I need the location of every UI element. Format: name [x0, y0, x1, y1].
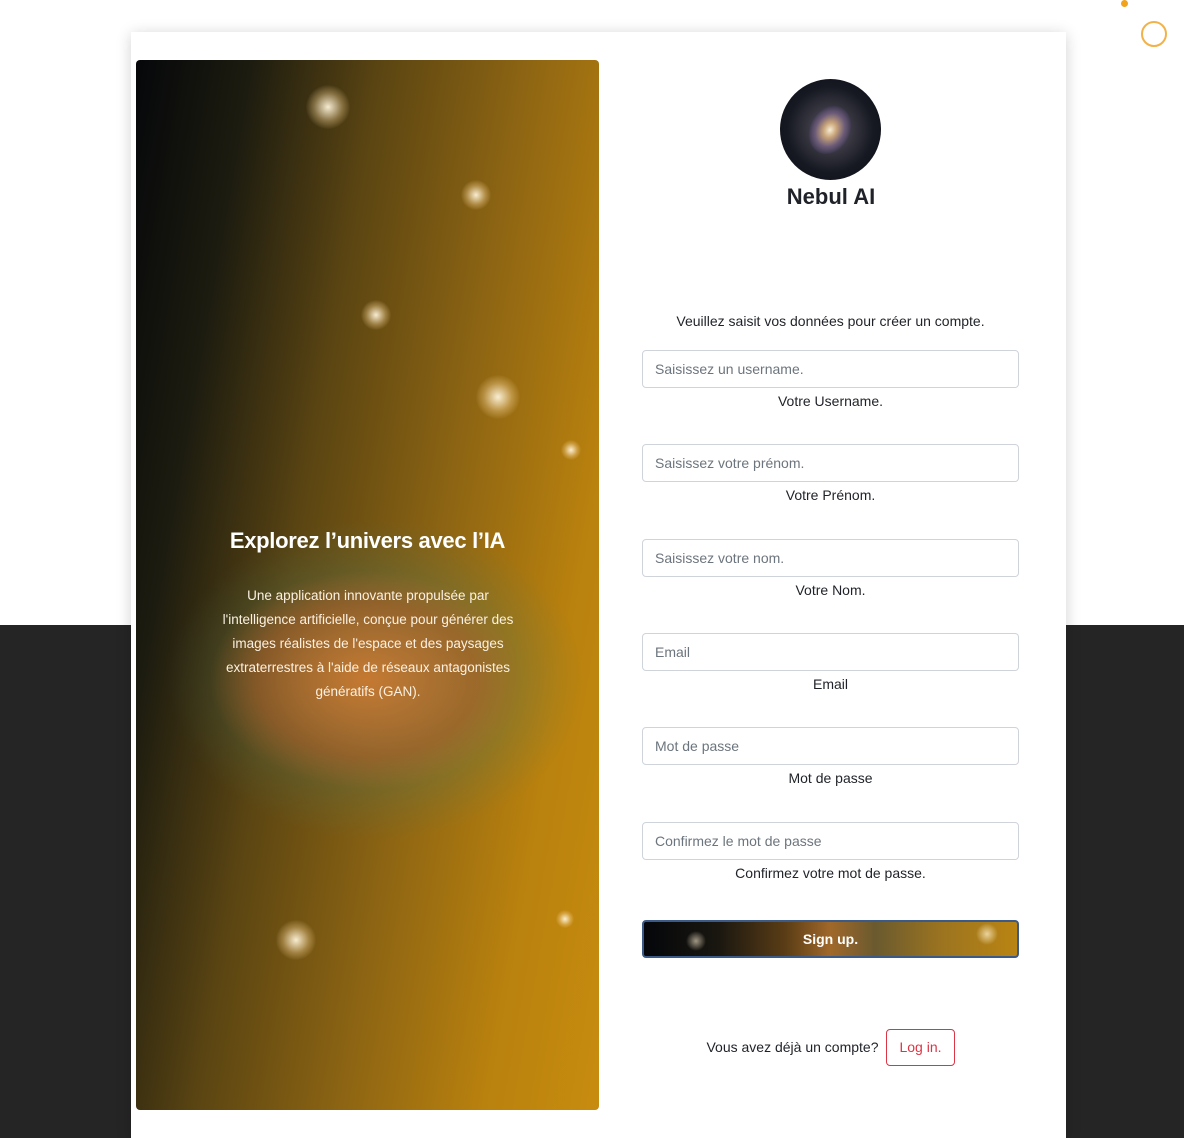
galaxy-logo-icon — [800, 98, 860, 162]
brand-logo — [780, 79, 881, 180]
star — [276, 920, 316, 960]
username-input[interactable] — [642, 350, 1019, 388]
username-help: Votre Username. — [777, 393, 884, 409]
brand-name: Nebul AI — [786, 184, 876, 209]
first-name-help: Votre Prénom. — [785, 487, 876, 503]
sign-up-button[interactable]: Sign up. — [642, 920, 1019, 958]
star — [476, 375, 520, 419]
login-row: Vous avez déjà un compte? Log in. — [642, 1028, 1019, 1066]
email-help: Email — [812, 676, 848, 692]
hero-title: Explorez l’univers avec l’IA — [229, 528, 506, 553]
last-name-help: Votre Nom. — [795, 582, 866, 598]
star — [561, 440, 581, 460]
form-intro: Veuillez saisit vos données pour créer u… — [676, 313, 985, 329]
confirm-password-help: Confirmez votre mot de passe. — [735, 865, 926, 881]
star — [306, 85, 350, 129]
last-name-input[interactable] — [642, 539, 1019, 577]
decorative-dot — [1121, 0, 1128, 7]
hero-panel: Explorez l’univers avec l’IA Une applica… — [136, 60, 599, 1110]
email-input[interactable] — [642, 633, 1019, 671]
decorative-ring — [1141, 21, 1167, 47]
log-in-button[interactable]: Log in. — [886, 1028, 955, 1066]
password-help: Mot de passe — [788, 770, 873, 786]
hero-description: Une application innovante propulsée par … — [222, 588, 514, 699]
signup-card: Explorez l’univers avec l’IA Une applica… — [131, 32, 1066, 1138]
star — [461, 180, 491, 210]
first-name-input[interactable] — [642, 444, 1019, 482]
login-prompt: Vous avez déjà un compte? — [706, 1039, 879, 1055]
confirm-password-input[interactable] — [642, 822, 1019, 860]
star — [361, 300, 391, 330]
password-input[interactable] — [642, 727, 1019, 765]
star — [556, 910, 574, 928]
